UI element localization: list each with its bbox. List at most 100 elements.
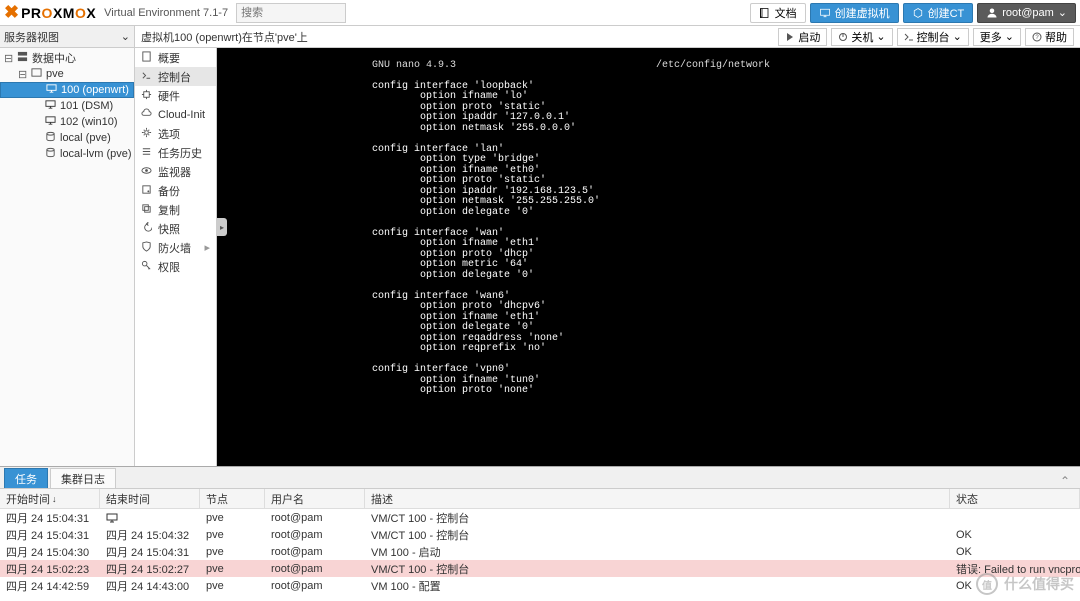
menu-item-6[interactable]: 监视器 — [135, 162, 216, 181]
create-vm-label: 创建虚拟机 — [835, 5, 890, 21]
cell-desc: VM 100 - 配置 — [365, 577, 950, 594]
cell-user: root@pam — [265, 577, 365, 594]
user-icon — [986, 7, 998, 19]
menu-item-5[interactable]: 任务历史 — [135, 143, 216, 162]
chevron-down-icon: ⌄ — [1058, 6, 1067, 19]
log-row[interactable]: 四月 24 15:02:23四月 24 15:02:27pveroot@pamV… — [0, 560, 1080, 577]
menu-label: 权限 — [158, 259, 180, 275]
create-ct-button[interactable]: 创建CT — [903, 3, 974, 23]
shutdown-button[interactable]: 关机 ⌄ — [831, 28, 892, 46]
power-icon — [838, 32, 848, 42]
user-menu-button[interactable]: root@pam ⌄ — [977, 3, 1076, 23]
menu-label: 备份 — [158, 183, 180, 199]
cell-status: OK — [950, 526, 1080, 543]
shield-icon — [141, 241, 152, 255]
tree-item-2[interactable]: 100 (openwrt) — [0, 82, 134, 98]
menu-label: 控制台 — [158, 69, 191, 85]
vm-icon — [46, 83, 57, 97]
menu-item-4[interactable]: 选项 — [135, 124, 216, 143]
console-button[interactable]: 控制台 ⌄ — [897, 28, 969, 46]
tree-label: 100 (openwrt) — [61, 84, 129, 96]
tab-tasks[interactable]: 任务 — [4, 468, 48, 488]
copy-icon — [141, 203, 152, 217]
tree-item-6[interactable]: local-lvm (pve) — [0, 146, 134, 162]
create-vm-button[interactable]: 创建虚拟机 — [810, 3, 899, 23]
content-body: 概要控制台硬件 Cloud-Init 选项任务历史监视器备份复制快照防火墙▸ 权限 G… — [135, 48, 1080, 466]
tree-label: local-lvm (pve) — [60, 148, 132, 160]
tree-item-4[interactable]: 102 (win10) — [0, 114, 134, 130]
tree-item-3[interactable]: 101 (DSM) — [0, 98, 134, 114]
tree-item-1[interactable]: ⊟pve — [0, 66, 134, 82]
col-status[interactable]: 状态 — [950, 489, 1080, 508]
log-row[interactable]: 四月 24 14:42:59四月 24 14:43:00pveroot@pamV… — [0, 577, 1080, 594]
menu-item-0[interactable]: 概要 — [135, 48, 216, 67]
collapse-panel-icon[interactable]: ⌃ — [1060, 474, 1070, 488]
menu-item-9[interactable]: 快照 — [135, 219, 216, 238]
breadcrumb-bar: 虚拟机100 (openwrt)在节点'pve'上 启动 关机 ⌄ 控制台 ⌄ … — [135, 26, 1080, 48]
log-row[interactable]: 四月 24 15:04:31四月 24 15:04:32pveroot@pamV… — [0, 526, 1080, 543]
book-icon — [759, 7, 771, 19]
log-row[interactable]: 四月 24 15:04:30四月 24 15:04:31pveroot@pamV… — [0, 543, 1080, 560]
sidebar-collapse-grip[interactable]: ▸ — [217, 218, 227, 236]
tree-item-5[interactable]: local (pve) — [0, 130, 134, 146]
editor-name: GNU nano 4.9.3 — [372, 61, 456, 72]
cube-icon — [912, 7, 924, 19]
view-selector[interactable]: 服务器视图 ⌄ — [0, 26, 134, 48]
terminal-icon — [904, 32, 914, 42]
cell-end — [100, 509, 200, 526]
cell-status: OK — [950, 543, 1080, 560]
col-node[interactable]: 节点 — [200, 489, 265, 508]
menu-item-7[interactable]: 备份 — [135, 181, 216, 200]
console-label: 控制台 — [917, 29, 950, 45]
node-icon — [31, 67, 42, 81]
key-icon — [141, 260, 152, 274]
col-end[interactable]: 结束时间 — [100, 489, 200, 508]
start-label: 启动 — [798, 29, 820, 45]
menu-label: 快照 — [158, 221, 180, 237]
shutdown-label: 关机 — [851, 29, 873, 45]
expander-icon[interactable]: ⊟ — [18, 68, 27, 81]
start-button[interactable]: 启动 — [778, 28, 827, 46]
col-user[interactable]: 用户名 — [265, 489, 365, 508]
docs-button[interactable]: 文档 — [750, 3, 806, 23]
menu-label: 监视器 — [158, 164, 191, 180]
cell-node: pve — [200, 526, 265, 543]
menu-label: 复制 — [158, 202, 180, 218]
cell-end: 四月 24 14:43:00 — [100, 577, 200, 594]
menu-item-11[interactable]: 权限 — [135, 257, 216, 276]
help-button[interactable]: ?帮助 — [1025, 28, 1074, 46]
vm-icon — [45, 115, 56, 129]
log-header: 开始时间↓ 结束时间 节点 用户名 描述 状态 — [0, 489, 1080, 509]
menu-item-1[interactable]: 控制台 — [135, 67, 216, 86]
more-label: 更多 — [980, 29, 1002, 45]
search-input[interactable] — [236, 3, 346, 23]
bottom-tabs: 任务 集群日志 — [0, 467, 1080, 489]
resource-tree: ⊟ 数据中心⊟pve 100 (openwrt) 101 (DSM)102 (win1… — [0, 48, 134, 466]
tree-label: 数据中心 — [32, 50, 76, 66]
monitor-icon — [106, 512, 118, 524]
menu-item-10[interactable]: 防火墙▸ — [135, 238, 216, 257]
cell-node: pve — [200, 509, 265, 526]
col-desc[interactable]: 描述 — [365, 489, 950, 508]
tree-item-0[interactable]: ⊟ 数据中心 — [0, 50, 134, 66]
expander-icon[interactable]: ⊟ — [4, 52, 13, 65]
col-start[interactable]: 开始时间↓ — [0, 489, 100, 508]
menu-item-3[interactable]: Cloud-Init — [135, 105, 216, 124]
content-area: 虚拟机100 (openwrt)在节点'pve'上 启动 关机 ⌄ 控制台 ⌄ … — [135, 26, 1080, 466]
menu-label: Cloud-Init — [158, 109, 205, 121]
cell-start: 四月 24 14:42:59 — [0, 577, 100, 594]
disk-icon — [141, 184, 152, 198]
eye-icon — [141, 165, 152, 179]
cell-status: 错误: Failed to run vncproxy — [950, 560, 1080, 577]
menu-item-2[interactable]: 硬件 — [135, 86, 216, 105]
log-row[interactable]: 四月 24 15:04:31pveroot@pamVM/CT 100 - 控制台 — [0, 509, 1080, 526]
tab-cluster-log[interactable]: 集群日志 — [50, 468, 116, 488]
menu-item-8[interactable]: 复制 — [135, 200, 216, 219]
cell-status: OK — [950, 577, 1080, 594]
file-path: /etc/config/network — [656, 61, 770, 72]
cell-status — [950, 509, 1080, 526]
more-button[interactable]: 更多 ⌄ — [973, 28, 1021, 46]
menu-label: 任务历史 — [158, 145, 202, 161]
cell-user: root@pam — [265, 560, 365, 577]
console-panel[interactable]: GNU nano 4.9.3/etc/config/network config… — [217, 48, 1080, 466]
